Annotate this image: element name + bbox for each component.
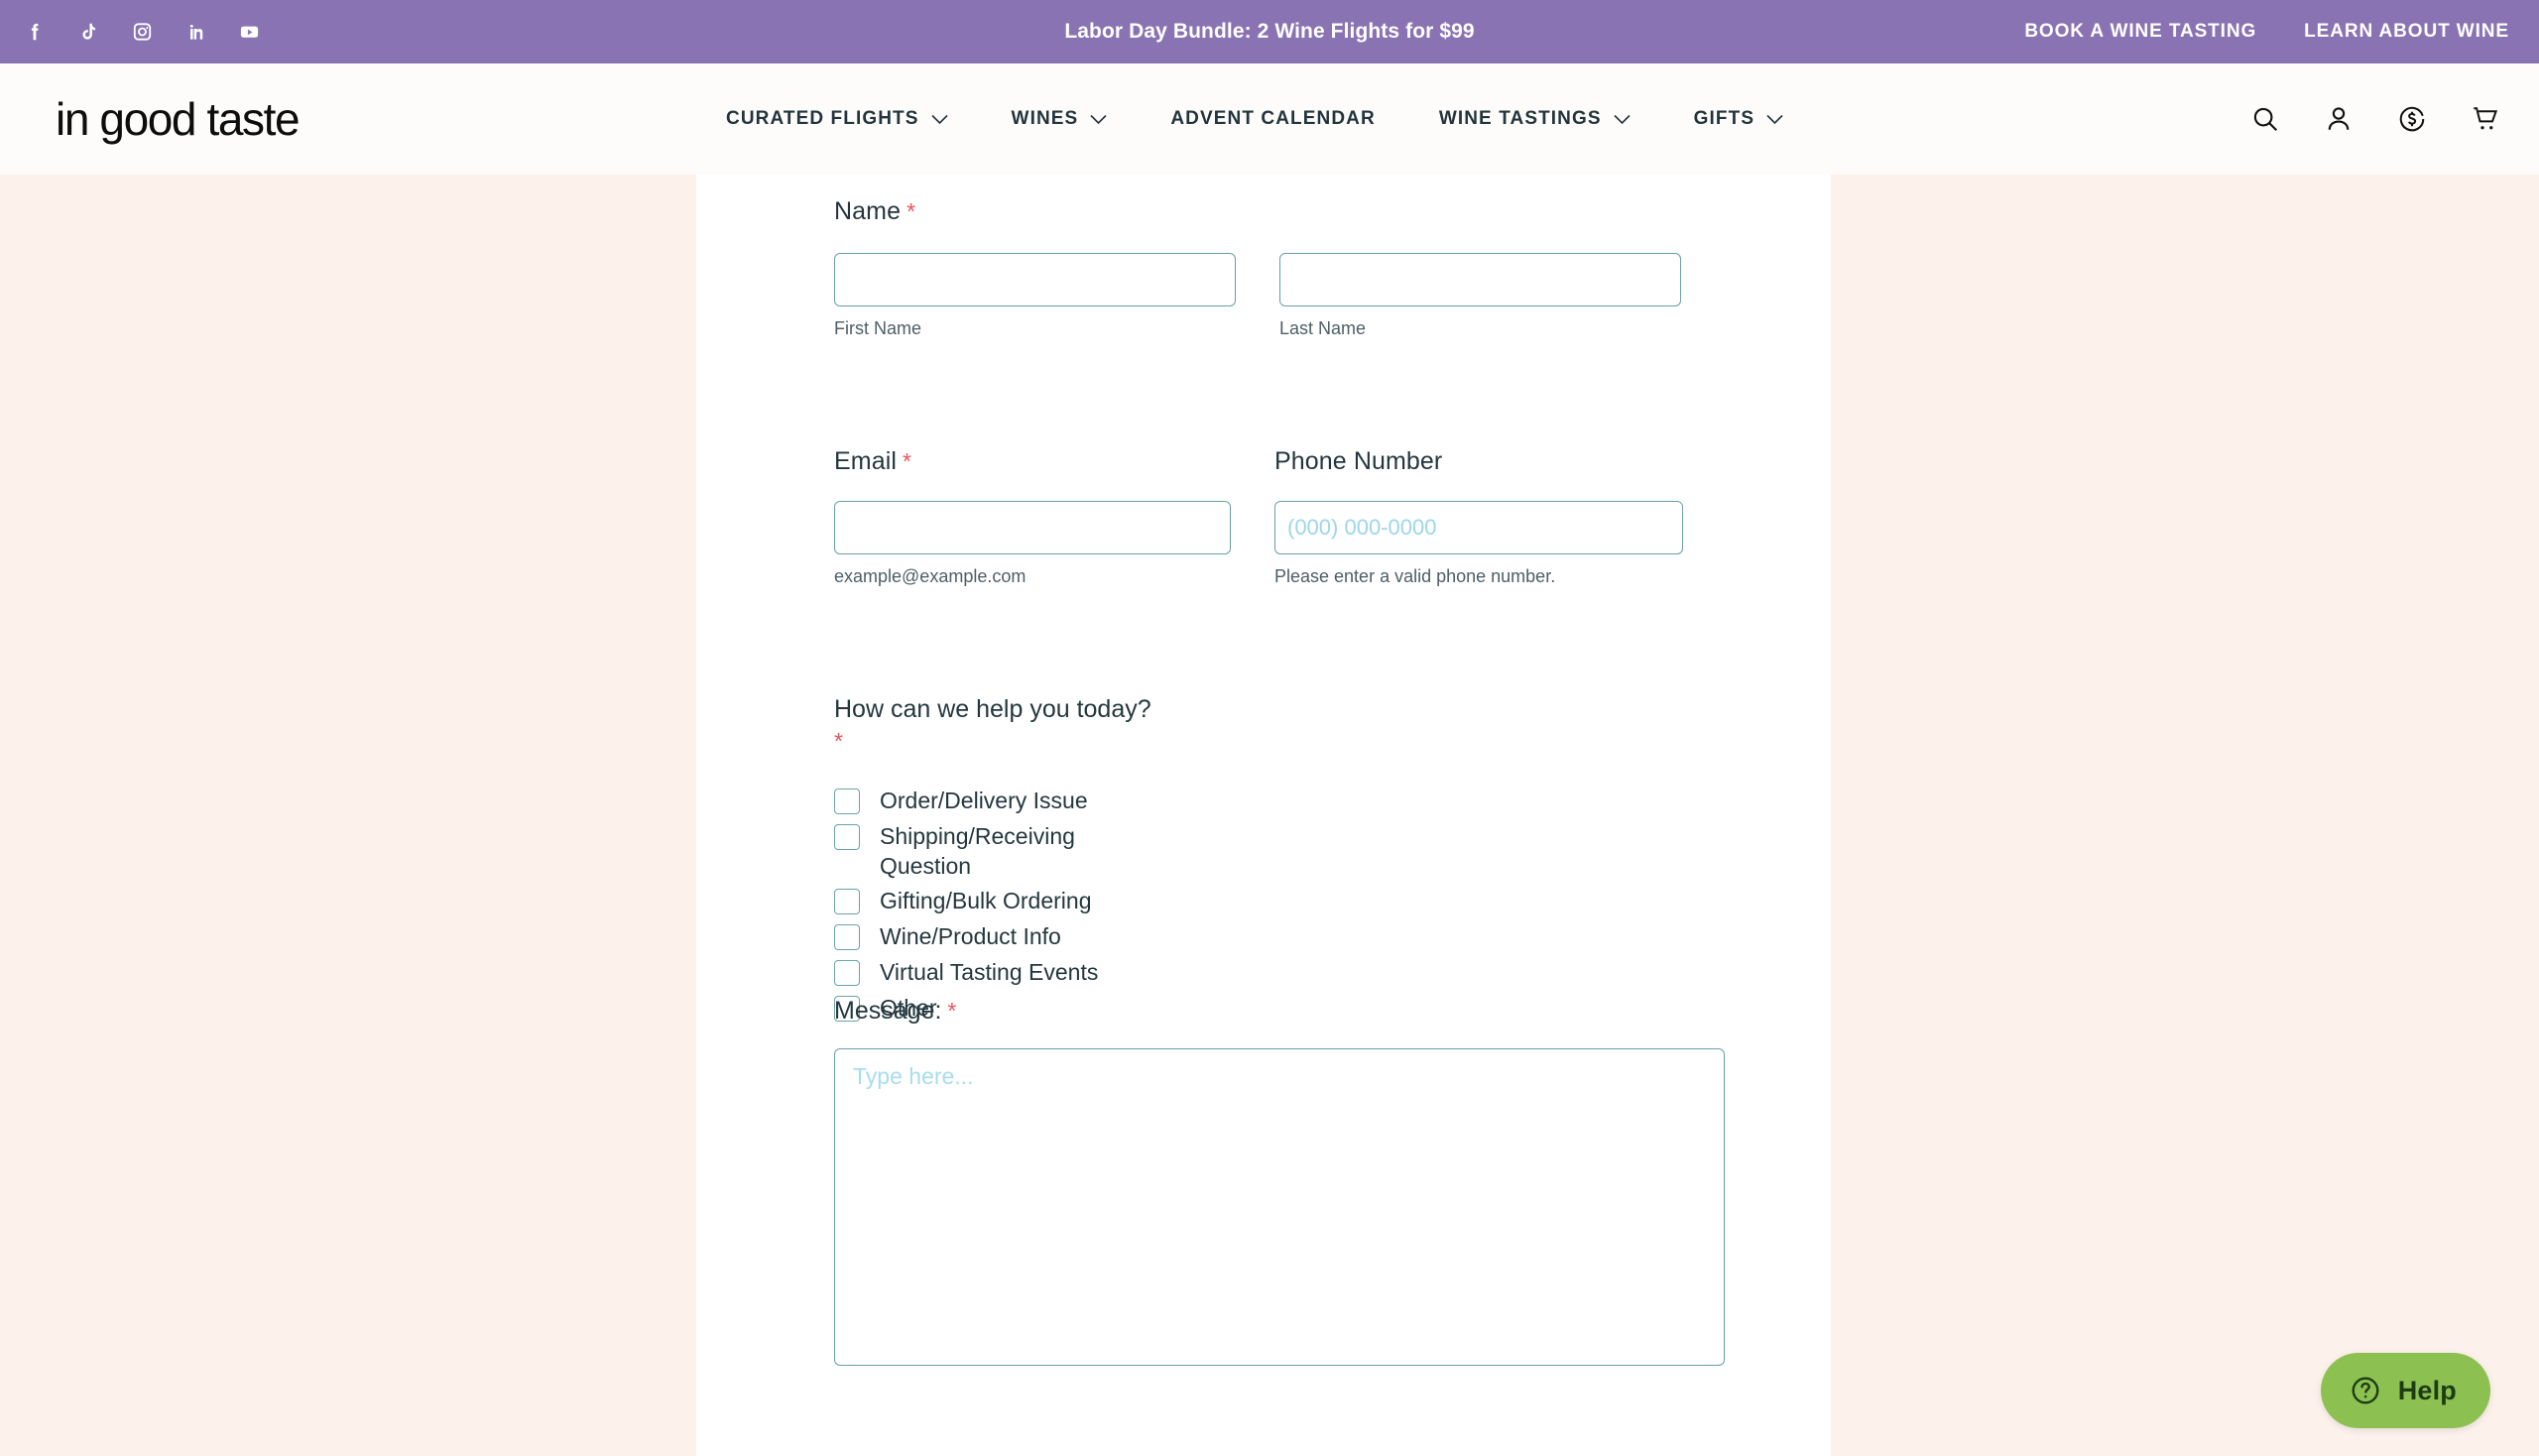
search-icon[interactable] — [2247, 101, 2283, 137]
help-topic-label: How can we help you today? * — [834, 694, 1727, 756]
phone-label: Phone Number — [1274, 446, 1683, 477]
message-field-group: Message: * — [834, 997, 1727, 1366]
topbar-links: BOOK A WINE TASTING LEARN ABOUT WINE — [2024, 21, 2509, 43]
required-asterisk: * — [903, 448, 912, 474]
message-label: Message: * — [834, 997, 1727, 1026]
first-name-wrapper: First Name — [834, 253, 1236, 340]
name-label: Name * — [834, 196, 1727, 227]
help-topic-label-text: How can we help you today? — [834, 695, 1151, 723]
checkbox-label: Shipping/Receiving Question — [880, 823, 1075, 880]
checkbox-gifting-bulk-ordering[interactable] — [834, 888, 860, 914]
chevron-down-icon — [1090, 114, 1107, 124]
last-name-wrapper: Last Name — [1279, 253, 1681, 340]
rewards-dollar-icon[interactable] — [2394, 101, 2430, 137]
form-content-column: Name * First Name Last Name Email * Phon… — [696, 175, 1831, 1456]
last-name-input[interactable] — [1279, 253, 1681, 307]
help-widget-label: Help — [2397, 1375, 2457, 1405]
question-mark-icon — [2349, 1374, 2382, 1407]
email-input[interactable] — [834, 501, 1231, 555]
chevron-down-icon — [1614, 114, 1631, 124]
checkbox-wine-product-info[interactable] — [834, 923, 860, 950]
nav-item-wine-tastings[interactable]: WINE TASTINGS — [1407, 63, 1662, 175]
checkbox-virtual-tasting-events[interactable] — [834, 959, 860, 986]
required-asterisk: * — [947, 998, 957, 1024]
nav-item-wines[interactable]: WINES — [980, 63, 1140, 175]
email-label: Email * — [834, 446, 1231, 477]
page-root: Labor Day Bundle: 2 Wine Flights for $99… — [0, 0, 2539, 1456]
phone-input[interactable] — [1274, 501, 1683, 555]
message-label-text: Message: — [834, 997, 942, 1025]
name-label-text: Name — [834, 197, 902, 225]
help-widget-button[interactable]: Help — [2320, 1353, 2490, 1428]
nav-label: WINES — [1011, 108, 1079, 129]
phone-label-text: Phone Number — [1274, 447, 1443, 475]
name-field-group: Name * First Name Last Name — [834, 196, 1727, 341]
help-topic-checkbox-list: Order/Delivery Issue Shipping/Receiving … — [834, 786, 1727, 1025]
message-textarea[interactable] — [834, 1048, 1725, 1366]
site-header: in good taste CURATED FLIGHTS WINES ADVE… — [0, 63, 2539, 175]
contact-labels-row: Email * Phone Number — [834, 446, 1727, 477]
first-name-sublabel: First Name — [834, 318, 922, 339]
checkbox-label: Wine/Product Info — [880, 922, 1061, 949]
cart-icon[interactable] — [2468, 101, 2503, 137]
checkbox-order-delivery-issue[interactable] — [834, 789, 860, 814]
help-topic-group: How can we help you today? * Order/Deliv… — [834, 694, 1727, 1029]
first-name-input[interactable] — [834, 253, 1236, 307]
name-inputs-row: First Name Last Name — [834, 253, 1727, 340]
nav-label: CURATED FLIGHTS — [726, 108, 919, 129]
nav-label: ADVENT CALENDAR — [1170, 108, 1376, 129]
checkbox-label: Order/Delivery Issue — [880, 788, 1088, 813]
nav-item-advent-calendar[interactable]: ADVENT CALENDAR — [1139, 63, 1407, 175]
announcement-bar: Labor Day Bundle: 2 Wine Flights for $99… — [0, 0, 2539, 63]
contact-inputs-row: example@example.com Please enter a valid… — [834, 501, 1727, 588]
checkbox-row[interactable]: Gifting/Bulk Ordering — [834, 886, 1727, 917]
last-name-sublabel: Last Name — [1279, 318, 1367, 339]
nav-label: WINE TASTINGS — [1438, 108, 1602, 129]
checkbox-row[interactable]: Wine/Product Info — [834, 921, 1727, 953]
checkbox-row[interactable]: Virtual Tasting Events — [834, 957, 1727, 989]
checkbox-row[interactable]: Order/Delivery Issue — [834, 786, 1727, 817]
nav-item-curated-flights[interactable]: CURATED FLIGHTS — [694, 63, 980, 175]
required-asterisk: * — [834, 728, 843, 755]
checkbox-label: Virtual Tasting Events — [880, 958, 1099, 985]
checkbox-label: Gifting/Bulk Ordering — [880, 887, 1092, 913]
required-asterisk: * — [907, 198, 916, 224]
nav-label: GIFTS — [1693, 108, 1755, 129]
nav-item-gifts[interactable]: GIFTS — [1662, 63, 1815, 175]
email-wrapper: example@example.com — [834, 501, 1231, 588]
checkbox-shipping-receiving-question[interactable] — [834, 824, 860, 850]
main-navigation: CURATED FLIGHTS WINES ADVENT CALENDAR WI… — [694, 63, 1815, 175]
email-sublabel: example@example.com — [834, 566, 1027, 587]
learn-about-wine-link[interactable]: LEARN ABOUT WINE — [2304, 21, 2509, 43]
site-logo[interactable]: in good taste — [56, 92, 301, 146]
chevron-down-icon — [1766, 114, 1783, 124]
contact-field-group: Email * Phone Number example@example.com … — [834, 446, 1727, 589]
email-label-text: Email — [834, 447, 898, 475]
account-icon[interactable] — [2321, 101, 2357, 137]
header-icon-group — [2247, 63, 2503, 175]
phone-sublabel: Please enter a valid phone number. — [1274, 566, 1556, 587]
book-a-wine-tasting-link[interactable]: BOOK A WINE TASTING — [2024, 21, 2256, 43]
chevron-down-icon — [930, 114, 948, 124]
checkbox-row[interactable]: Shipping/Receiving Question — [834, 821, 1727, 882]
phone-wrapper: Please enter a valid phone number. — [1274, 501, 1683, 588]
